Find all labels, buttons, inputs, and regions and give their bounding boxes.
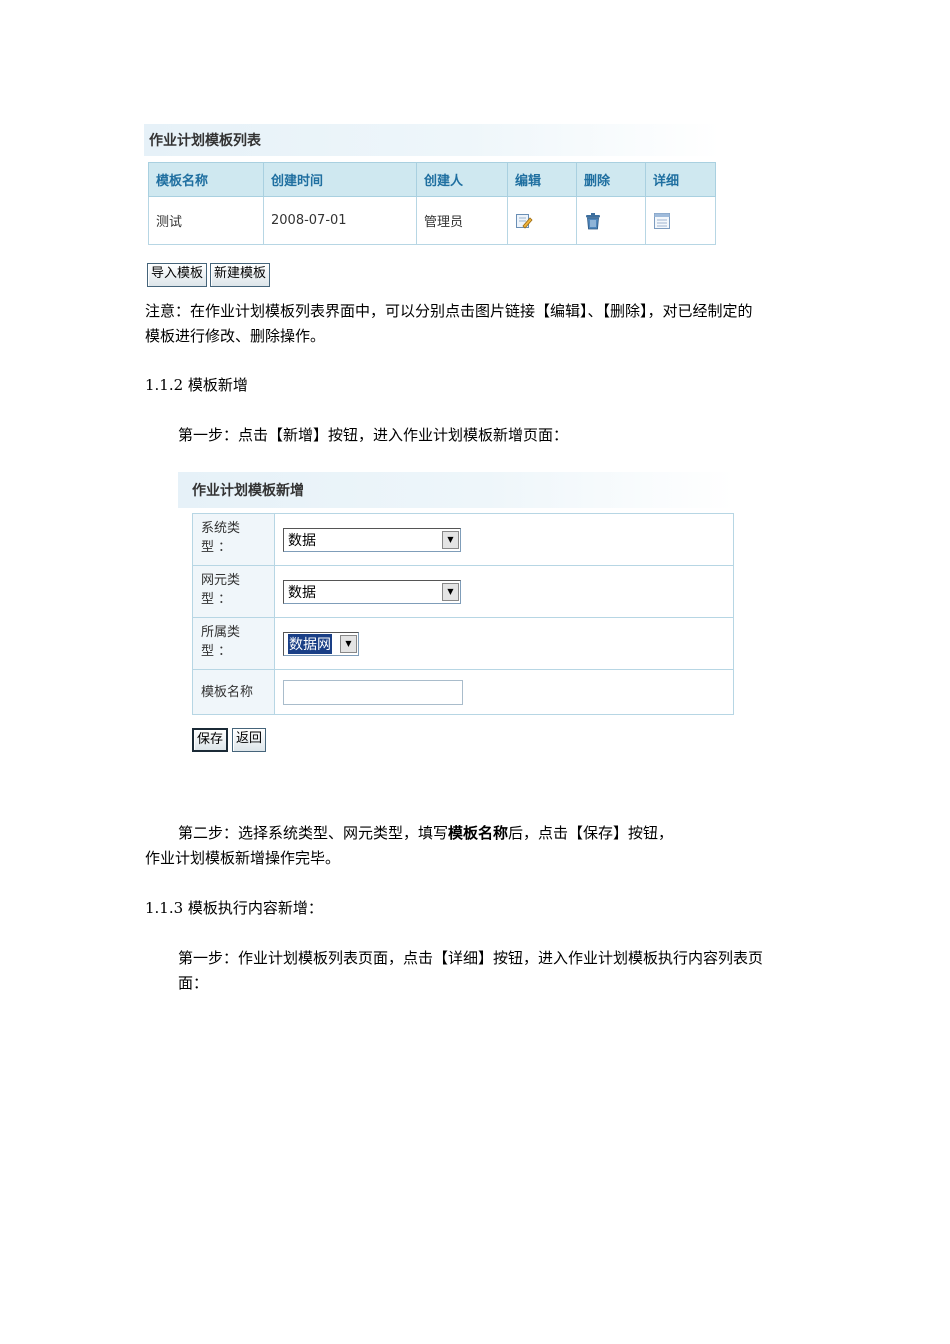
field-label: 模板名称 [192,669,275,715]
import-template-button[interactable]: 导入模板 [147,263,208,287]
chevron-down-icon[interactable]: ▼ [340,634,357,653]
form-row-ne-type: 网元类 型 ： 数据 ▼ [192,565,734,618]
save-button[interactable]: 保存 [192,728,229,752]
template-list-panel: 作业计划模板列表 模板名称 创建时间 创建人 编辑 删除 详细 测试 2008-… [144,124,721,245]
chevron-down-icon[interactable]: ▼ [442,530,459,549]
template-form-table: 系统类 型 ： 数据 ▼ 网元类 型 ： 数据 ▼ 所属类 型 ： 数据网 ▼ … [192,513,734,715]
back-button[interactable]: 返回 [232,728,267,752]
form-row-category-type: 所属类 型 ： 数据网 ▼ [192,617,734,670]
column-header-name: 模板名称 [148,162,264,197]
cell-template-name: 测试 [148,196,264,245]
cell-creator: 管理员 [416,196,508,245]
column-header-delete: 删除 [576,162,646,197]
system-type-select[interactable]: 数据 ▼ [283,527,461,552]
table-row: 测试 2008-07-01 管理员 [148,196,716,245]
list-button-bar: 导入模板 新建模板 [147,263,271,287]
column-header-detail: 详细 [645,162,716,197]
step1-add-text: 第一步：点击【新增】按钮，进入作业计划模板新增页面： [178,426,569,444]
form-row-template-name: 模板名称 [192,669,734,715]
category-type-select[interactable]: 数据网 ▼ [283,631,359,656]
chevron-down-icon[interactable]: ▼ [442,582,459,601]
ne-type-select[interactable]: 数据 ▼ [283,579,461,604]
cell-delete [576,196,646,245]
field-label: 所属类 型 ： [192,617,275,670]
panel-title: 作业计划模板新增 [178,472,735,508]
panel-title: 作业计划模板列表 [144,124,721,156]
form-row-system-type: 系统类 型 ： 数据 ▼ [192,513,734,566]
form-button-bar: 保存 返回 [192,728,267,752]
detail-icon[interactable] [653,212,671,230]
list-note: 注意：在作业计划模板列表界面中，可以分别点击图片链接【编辑】、【删除】，对已经制… [145,302,753,345]
step1-exec-text: 第一步：作业计划模板列表页面，点击【详细】按钮，进入作业计划模板执行内容列表页 … [178,949,764,992]
new-template-button[interactable]: 新建模板 [210,263,271,287]
cell-edit [507,196,577,245]
step2-add-text: 第二步：选择系统类型、网元类型，填写模板名称后，点击【保存】按钮， 作业计划模板… [145,824,674,867]
column-header-edit: 编辑 [507,162,577,197]
cell-detail [645,196,716,245]
column-header-creator: 创建人 [416,162,508,197]
section-heading-1-1-3: 1.1.3 模板执行内容新增： [145,899,323,917]
table-header-row: 模板名称 创建时间 创建人 编辑 删除 详细 [148,162,716,197]
column-header-created: 创建时间 [263,162,417,197]
cell-created-time: 2008-07-01 [263,196,417,245]
field-label: 系统类 型 ： [192,513,275,566]
template-form-panel: 作业计划模板新增 系统类 型 ： 数据 ▼ 网元类 型 ： 数据 ▼ 所属类 型… [178,472,735,715]
template-name-input[interactable] [283,679,463,705]
edit-icon[interactable] [515,212,533,230]
section-heading-1-1-2: 1.1.2 模板新增 [145,376,248,394]
field-label: 网元类 型 ： [192,565,275,618]
trash-icon[interactable] [584,212,602,230]
template-list-table: 模板名称 创建时间 创建人 编辑 删除 详细 测试 2008-07-01 管理员 [148,162,716,245]
